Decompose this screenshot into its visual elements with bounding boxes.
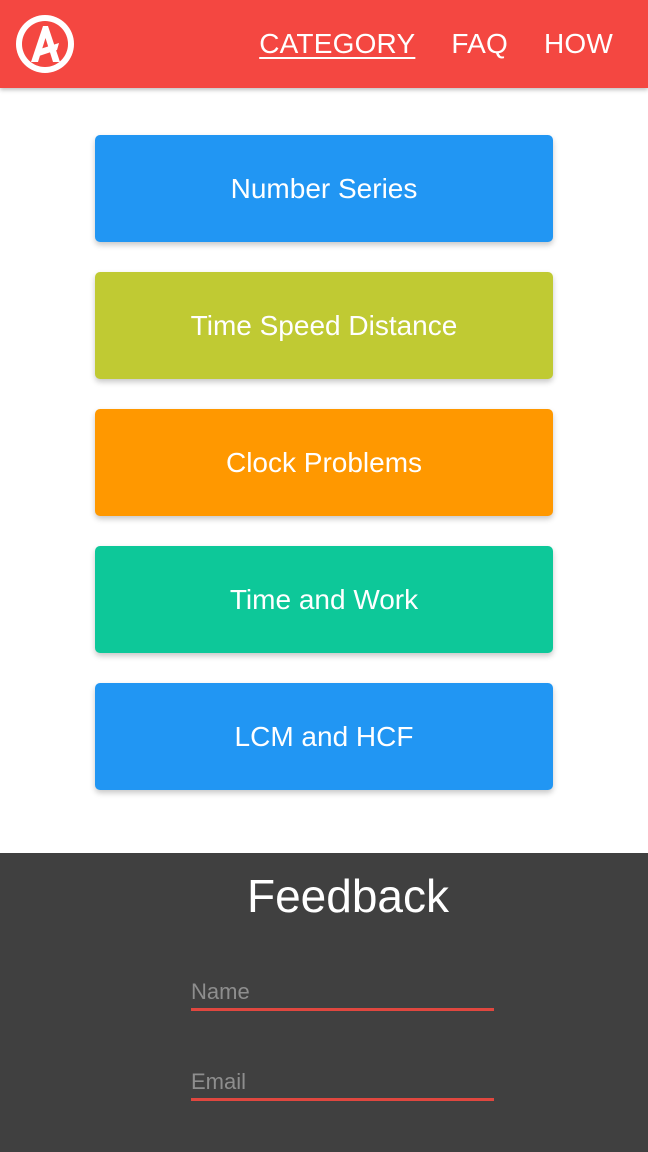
feedback-title: Feedback: [246, 870, 449, 922]
category-time-speed-distance-button[interactable]: Time Speed Distance: [95, 272, 553, 379]
nav-link-faq[interactable]: FAQ: [451, 28, 508, 60]
category-lcm-and-hcf-button[interactable]: LCM and HCF: [95, 683, 553, 790]
nav-link-how[interactable]: HOW: [544, 28, 613, 60]
top-nav: CATEGORY FAQ HOW: [259, 0, 648, 88]
category-time-and-work-button[interactable]: Time and Work: [95, 546, 553, 653]
name-field[interactable]: [191, 975, 494, 1011]
app-logo-icon[interactable]: [13, 12, 77, 76]
nav-link-category[interactable]: CATEGORY: [259, 28, 415, 60]
category-list: Number Series Time Speed Distance Clock …: [95, 135, 553, 820]
email-field[interactable]: [191, 1065, 494, 1101]
category-clock-problems-button[interactable]: Clock Problems: [95, 409, 553, 516]
top-app-bar: CATEGORY FAQ HOW: [0, 0, 648, 88]
feedback-section: Feedback: [0, 853, 648, 1152]
category-number-series-button[interactable]: Number Series: [95, 135, 553, 242]
